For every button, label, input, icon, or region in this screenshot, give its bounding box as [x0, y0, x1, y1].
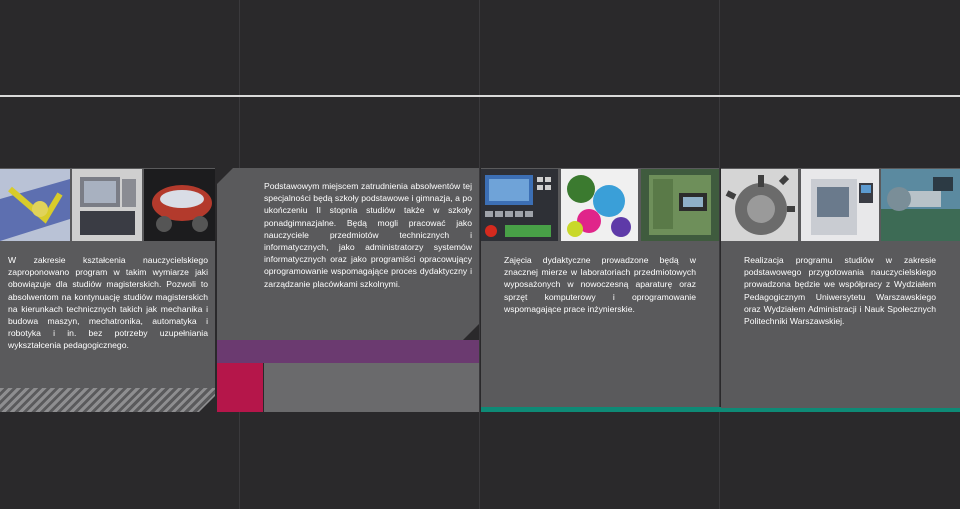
paragraph-1: W zakresie kształcenia nauczycielskiego …: [8, 255, 208, 351]
panel-1-corner: [199, 396, 215, 412]
grey-block: [264, 363, 479, 412]
image-cnc-panel: [481, 169, 558, 241]
image-cad-model: [0, 169, 70, 241]
image-car-render: [144, 169, 215, 241]
purple-bar: [217, 340, 479, 363]
paragraph-4: Realizacja programu studiów w zakresie p…: [744, 255, 936, 327]
image-lab-machine: [641, 169, 719, 241]
image-lathe: [881, 169, 960, 241]
image-gears-render: [561, 169, 638, 241]
panel-2-corner: [217, 168, 233, 184]
image-cnc-machine: [801, 169, 879, 241]
fold-line-3: [719, 0, 720, 509]
red-block: [217, 363, 263, 412]
hatched-strip: [0, 388, 215, 412]
image-gear-closeup: [721, 169, 798, 241]
paragraph-3: Zajęcia dydaktyczne prowadzone będą w zn…: [504, 255, 696, 314]
paragraph-2: Podstawowym miejscem zatrudnienia absolw…: [264, 181, 472, 289]
panel-2-corner-br: [463, 324, 479, 340]
fold-line-2: [479, 0, 480, 509]
image-cnc-controller: [72, 169, 142, 241]
top-rule: [0, 95, 960, 97]
